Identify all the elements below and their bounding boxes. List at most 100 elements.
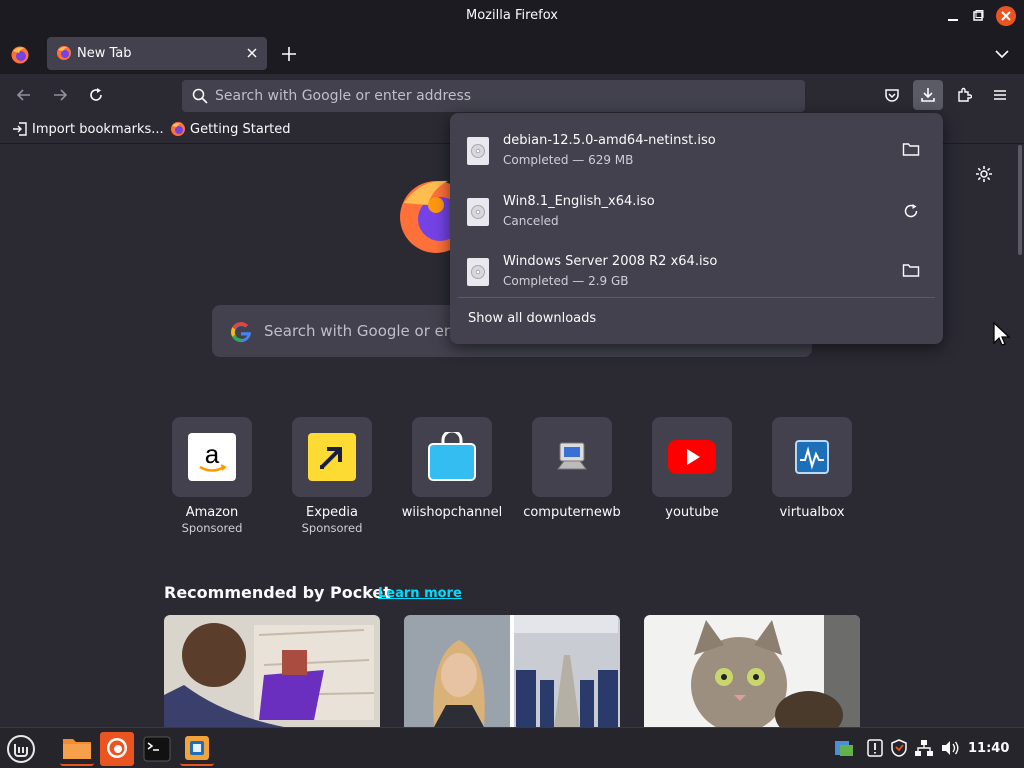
taskbar-clock[interactable]: 11:40	[968, 741, 1009, 756]
tray-update-manager-icon[interactable]	[834, 739, 854, 757]
arrow-left-icon	[16, 89, 30, 101]
tab-new-tab[interactable]: New Tab	[47, 37, 267, 70]
downloads-button[interactable]	[913, 80, 943, 110]
customize-new-tab-button[interactable]	[975, 165, 993, 183]
cursor-icon	[993, 321, 1011, 346]
tray-notification-icon[interactable]	[866, 739, 884, 757]
address-bar-placeholder: Search with Google or enter address	[215, 88, 472, 104]
forward-button[interactable]	[45, 80, 75, 110]
pocket-section-title: Recommended by Pocket	[164, 583, 391, 602]
shopping-bag-icon	[428, 432, 476, 481]
file-icon	[467, 137, 489, 165]
tray-shield-icon[interactable]	[890, 739, 908, 757]
pocket-card-1[interactable]	[164, 615, 380, 727]
maximize-button[interactable]	[968, 6, 988, 26]
shortcut-virtualbox[interactable]: virtualbox	[757, 417, 867, 520]
gear-icon	[976, 166, 992, 182]
nav-bar: Search with Google or enter address	[0, 74, 1024, 116]
virtualbox-icon	[185, 736, 209, 760]
close-tab-button[interactable]	[246, 47, 258, 59]
taskbar-terminal-button[interactable]	[140, 732, 174, 766]
extensions-button[interactable]	[949, 80, 979, 110]
downloads-separator	[458, 297, 935, 298]
arrow-right-icon	[54, 89, 68, 101]
pocket-card-image	[404, 615, 620, 727]
download-status: Canceled	[503, 214, 559, 228]
bookmark-import[interactable]: Import bookmarks...	[12, 121, 164, 137]
download-item[interactable]: Win8.1_English_x64.iso Canceled	[458, 178, 935, 238]
reload-icon	[90, 88, 102, 101]
chevron-down-icon	[995, 50, 1009, 59]
shortcut-tile	[652, 417, 732, 497]
shortcut-label: youtube	[665, 505, 719, 520]
tray-volume-icon[interactable]	[940, 739, 960, 757]
download-icon	[921, 88, 935, 102]
reload-button[interactable]	[81, 80, 111, 110]
file-icon	[467, 258, 489, 286]
firefox-icon	[57, 46, 71, 60]
taskbar-files-button[interactable]	[60, 732, 94, 766]
download-status: Completed — 2.9 GB	[503, 274, 629, 288]
hamburger-menu-icon	[994, 90, 1006, 100]
shortcut-label: computernewb	[523, 505, 621, 520]
address-bar[interactable]: Search with Google or enter address	[182, 80, 805, 112]
close-icon	[247, 48, 257, 58]
firefox-view-button[interactable]	[10, 45, 30, 65]
downloads-panel: debian-12.5.0-amd64-netinst.iso Complete…	[450, 113, 943, 344]
pocket-card-2[interactable]	[404, 615, 620, 727]
newtab-search-placeholder: Search with Google or enter address	[264, 322, 450, 340]
shortcut-tile	[772, 417, 852, 497]
app-menu-button[interactable]	[985, 80, 1015, 110]
shortcut-amazon[interactable]: a Amazon Sponsored	[157, 417, 267, 535]
title-bar: Mozilla Firefox	[0, 0, 1024, 34]
show-in-folder-button[interactable]	[902, 141, 920, 157]
bookmark-label: Getting Started	[190, 121, 291, 137]
download-item[interactable]: Windows Server 2008 R2 x64.iso Completed…	[458, 238, 935, 298]
tab-strip: New Tab	[0, 34, 1024, 74]
scrollbar-thumb[interactable]	[1018, 145, 1022, 255]
pocket-card-image	[164, 615, 380, 727]
taskbar-firefox-button[interactable]	[100, 732, 134, 766]
taskbar-virtualbox-button[interactable]	[180, 732, 214, 766]
close-window-button[interactable]	[996, 6, 1016, 26]
download-filename: Windows Server 2008 R2 x64.iso	[503, 254, 718, 269]
pocket-icon	[885, 89, 899, 102]
shortcut-wiishopchannel[interactable]: wiishopchannel	[397, 417, 507, 520]
shortcut-tile	[412, 417, 492, 497]
pocket-button[interactable]	[877, 80, 907, 110]
shortcut-sponsored-label: Sponsored	[181, 521, 243, 535]
window-title: Mozilla Firefox	[466, 8, 558, 23]
pocket-learn-more-link[interactable]: Learn more	[378, 586, 462, 601]
back-button[interactable]	[9, 80, 39, 110]
puzzle-icon	[958, 87, 972, 102]
computer-icon	[557, 442, 587, 470]
shortcut-expedia[interactable]: Expedia Sponsored	[277, 417, 387, 535]
retry-icon	[904, 204, 918, 218]
download-filename: Win8.1_English_x64.iso	[503, 194, 655, 209]
youtube-icon	[668, 440, 716, 474]
shortcut-youtube[interactable]: youtube	[637, 417, 747, 520]
shortcut-computernewb[interactable]: computernewb	[517, 417, 627, 520]
show-in-folder-button[interactable]	[902, 262, 920, 278]
download-filename: debian-12.5.0-amd64-netinst.iso	[503, 133, 716, 148]
pocket-card-3[interactable]	[644, 615, 860, 727]
firefox-icon	[107, 738, 127, 758]
download-item[interactable]: debian-12.5.0-amd64-netinst.iso Complete…	[458, 117, 935, 177]
list-all-tabs-button[interactable]	[995, 47, 1009, 61]
firefox-icon	[11, 46, 29, 64]
file-icon	[467, 198, 489, 226]
shortcut-tile	[292, 417, 372, 497]
new-tab-button[interactable]	[280, 45, 298, 63]
bookmark-getting-started[interactable]: Getting Started	[170, 121, 291, 137]
retry-download-button[interactable]	[902, 202, 920, 220]
minimize-button[interactable]	[943, 6, 963, 26]
mint-menu-button[interactable]	[4, 732, 38, 766]
firefox-icon	[171, 122, 185, 136]
close-icon	[1001, 11, 1011, 21]
tab-favicon	[56, 45, 72, 61]
show-all-downloads-button[interactable]: Show all downloads	[468, 311, 596, 326]
terminal-icon	[143, 736, 171, 762]
linux-mint-icon	[7, 735, 35, 763]
shortcut-label: Expedia	[306, 505, 358, 520]
tray-network-icon[interactable]	[914, 739, 934, 757]
